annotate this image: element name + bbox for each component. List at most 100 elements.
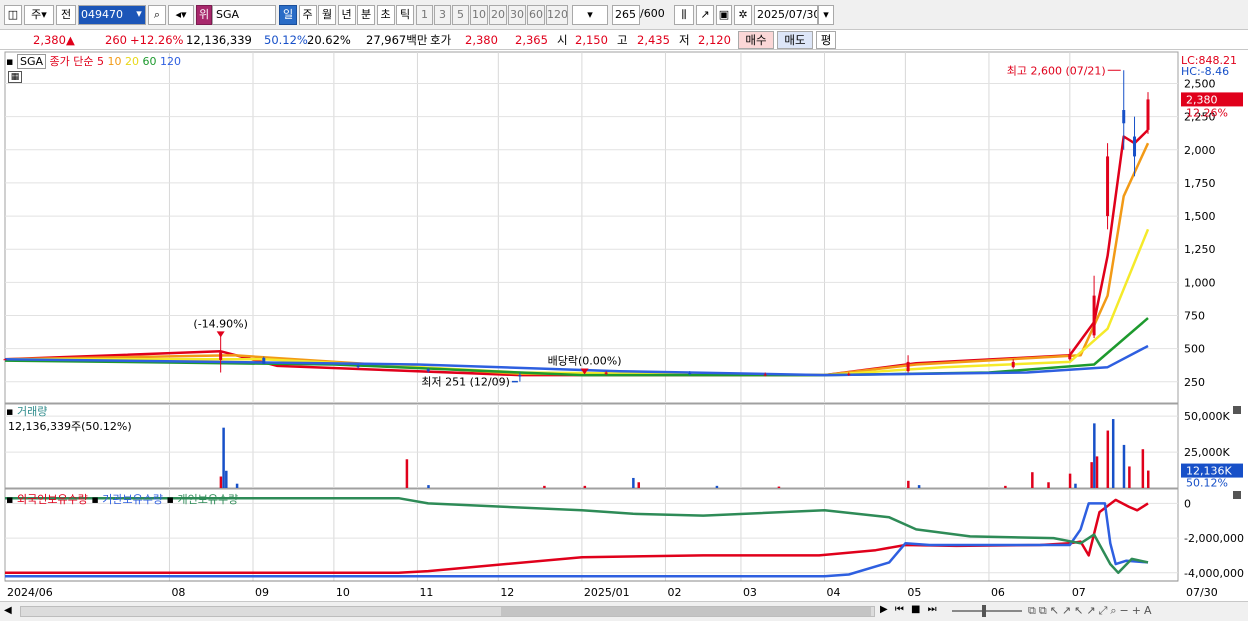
interval-tab[interactable]: 5 — [452, 5, 469, 25]
volume-bar — [583, 485, 587, 488]
calendar-icon[interactable]: ▾ — [818, 5, 834, 25]
market-select-label: 주 — [31, 8, 42, 21]
candle-body — [1106, 156, 1110, 217]
interval-tab[interactable]: 20 — [489, 5, 507, 25]
x-tick-label: 05 — [907, 586, 921, 599]
legend-marker: ▪ — [6, 493, 14, 506]
interval-tab[interactable]: 1 — [416, 5, 433, 25]
high-price: 2,435 — [637, 33, 670, 47]
volume-bar — [715, 485, 719, 488]
gear-icon[interactable]: ✲ — [734, 5, 752, 25]
playback-controls[interactable]: ▶ ⏮ ■ ⏭ — [880, 604, 939, 615]
chart-area[interactable]: 2024/06 08 09 10 11 12 2025/01 02 03 04 05 06 07 07/3… — [0, 51, 1248, 601]
volume-bar — [907, 480, 910, 488]
volume-pct-tag: 50.12% — [1186, 477, 1228, 490]
y-tick-label: 1,750 — [1184, 177, 1216, 190]
count-max-label: /600 — [640, 7, 665, 20]
x-tick-label: 02 — [667, 586, 681, 599]
scroll-track[interactable] — [20, 606, 875, 617]
candle-body — [763, 374, 767, 376]
pane-close-icon[interactable] — [1233, 491, 1241, 499]
count-input[interactable]: 265 — [612, 5, 640, 25]
toolbar: ◫ 주▾ 전 049470 ▾ ⌕ ◂▾ 위 SGA ▾ 265 /600 ⫼ … — [0, 0, 1248, 30]
zoom-slider[interactable] — [952, 605, 1022, 617]
volume-legend-name: 거래량 — [16, 405, 48, 418]
speaker-icon[interactable]: ◂▾ — [168, 5, 194, 25]
zoom-slider-handle[interactable] — [982, 605, 986, 617]
grid-table-icon[interactable]: ▦ — [8, 71, 22, 83]
current-price: 2,380 — [33, 33, 66, 47]
candle-body — [262, 357, 266, 364]
scroll-thumb[interactable] — [501, 607, 871, 616]
volume-bar — [235, 483, 239, 488]
candle-body — [604, 372, 608, 374]
up-arrow-icon: ▲ — [66, 33, 75, 47]
interval-tab[interactable]: 120 — [546, 5, 568, 25]
legend-foreign: 외국인보유수량 — [16, 493, 88, 506]
period-tab[interactable]: 일 — [279, 5, 297, 25]
candle-type-icon[interactable]: ⫼ — [674, 5, 694, 25]
ticker-dropdown[interactable]: ▾ — [572, 5, 608, 25]
period-tab[interactable]: 분 — [357, 5, 375, 25]
chart-canvas[interactable]: 2024/06 08 09 10 11 12 2025/01 02 03 04 05 06 07 07/3… — [0, 51, 1248, 601]
legend-marker: ▪ — [6, 405, 14, 418]
candle-body — [1011, 361, 1015, 368]
price-legend: ▪ SGA 종가 단순 5 10 20 60 120 — [6, 53, 181, 69]
draw-tool-icon[interactable]: ↗ — [696, 5, 714, 25]
y-tick-label: 750 — [1184, 309, 1205, 322]
date-input[interactable]: 2025/07/30 — [754, 5, 818, 25]
y-tick-label: -2,000,000 — [1184, 532, 1244, 545]
volume-value: 12,136,339 — [186, 33, 252, 47]
buy-button[interactable]: 매수 — [738, 31, 774, 49]
interval-tab[interactable]: 3 — [434, 5, 451, 25]
tool-icons[interactable]: ⧉⧉↖↗↖↗⤢⌕−+A — [1028, 604, 1155, 618]
y-tick-label: 1,250 — [1184, 243, 1216, 256]
save-icon[interactable]: ▣ — [716, 5, 732, 25]
interval-tab[interactable]: 30 — [508, 5, 526, 25]
interval-tab[interactable]: 60 — [527, 5, 545, 25]
volume-bar — [777, 486, 781, 488]
period-tab[interactable]: 주 — [298, 5, 317, 25]
pane-close-icon[interactable] — [1233, 406, 1241, 414]
pane-frame-1 — [4, 51, 1179, 404]
market-select[interactable]: 주▾ — [24, 5, 54, 25]
period-tab[interactable]: 틱 — [396, 5, 414, 25]
scroll-bar[interactable]: ◀ ▶ ⏮ ■ ⏭ ⧉⧉↖↗↖↗⤢⌕−+A — [0, 601, 1248, 621]
y-tick-label: 50,000K — [1184, 410, 1230, 423]
avg-button[interactable]: 평 — [816, 31, 836, 49]
chart-window: ◫ 주▾ 전 049470 ▾ ⌕ ◂▾ 위 SGA ▾ 265 /600 ⫼ … — [0, 0, 1248, 621]
period-tab[interactable]: 초 — [376, 5, 395, 25]
period-tab[interactable]: 년 — [337, 5, 356, 25]
window-menu-icon[interactable]: ◫ — [4, 5, 22, 25]
code-dropdown-icon[interactable]: ▾ — [132, 5, 146, 25]
sell-button[interactable]: 매도 — [777, 31, 813, 49]
y-tick-label: 1,500 — [1184, 210, 1216, 223]
volume-bar — [1074, 483, 1077, 488]
search-icon[interactable]: ⌕ — [148, 5, 166, 25]
price-tag: 2,380 — [1186, 93, 1218, 106]
volume-bar — [1047, 482, 1050, 488]
legend-price-label: 종가 단순 — [49, 55, 94, 68]
candle-body — [219, 352, 223, 360]
candle-body — [356, 365, 360, 368]
candle-body — [1133, 136, 1137, 157]
candle-body — [1122, 110, 1126, 124]
scroll-left-icon[interactable]: ◀ — [4, 604, 18, 618]
bid-price: 2,365 — [515, 33, 548, 47]
volume-bar — [1031, 472, 1034, 488]
candle-body — [1092, 295, 1096, 336]
price-annotation: 최고 2,600 (07/21) — [1007, 64, 1106, 77]
period-tab[interactable]: 월 — [318, 5, 336, 25]
volume-bar — [637, 482, 641, 488]
price-pct-tag: 12.26% — [1186, 106, 1228, 119]
interval-tab[interactable]: 10 — [470, 5, 488, 25]
low-label: 저 — [679, 33, 690, 47]
volume-legend: ▪ 거래량 — [6, 403, 47, 419]
x-tick-label: 07/30 — [1186, 586, 1218, 599]
candle-body — [688, 373, 692, 375]
volume-ratio: 50.12% — [264, 33, 308, 47]
volume-bar — [1128, 466, 1131, 488]
volume-bar — [1090, 462, 1093, 488]
prev-button[interactable]: 전 — [56, 5, 76, 25]
legend-marker: ▪ — [91, 493, 99, 506]
